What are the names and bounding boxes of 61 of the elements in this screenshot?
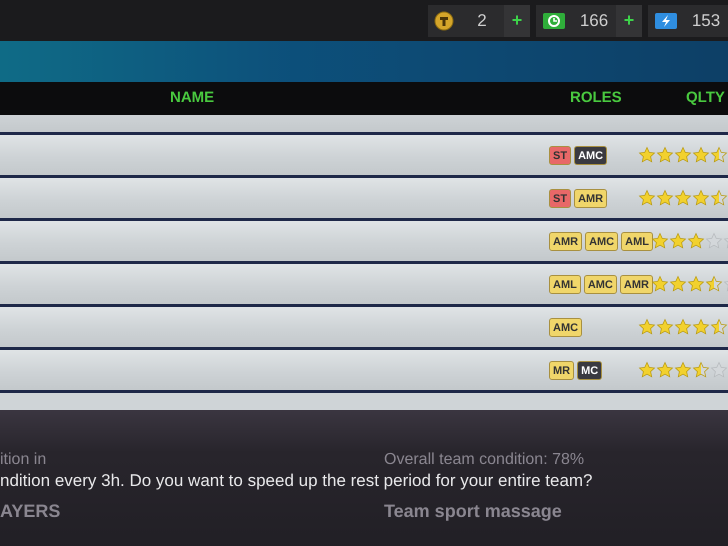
player-row[interactable]: ST AMC (0, 135, 728, 178)
star-icon (710, 146, 728, 164)
star-icon (651, 275, 669, 293)
add-button[interactable]: + (504, 4, 530, 36)
star-icon (638, 318, 656, 336)
star-icon (638, 189, 656, 207)
star-icon (638, 146, 656, 164)
background-heading: AYERS (0, 501, 60, 521)
background-caption: Overall team condition: 78% (384, 451, 584, 468)
player-row[interactable]: AMR AMC AML (0, 221, 728, 264)
player-row[interactable]: ST AMR (0, 178, 728, 221)
role-tag: AML (621, 232, 653, 250)
star-icon (687, 232, 705, 250)
role-tag: AML (549, 274, 581, 294)
star-icon (710, 189, 728, 207)
column-header: QLTY (686, 88, 725, 108)
currency-value: 166 (578, 10, 610, 32)
star-icon (692, 189, 710, 207)
star-icon (669, 275, 687, 293)
role-tag: MC (577, 360, 602, 380)
star-icon (710, 361, 728, 379)
star-icon (651, 232, 669, 250)
star-icon (674, 361, 692, 379)
role-tag: AMC (549, 318, 582, 336)
star-icon (710, 318, 728, 336)
star-icon (692, 361, 710, 379)
player-row[interactable]: AML AMC AMR (0, 264, 728, 307)
role-tag: ST (549, 188, 572, 208)
currency-value: 2 (476, 10, 488, 32)
column-header: ROLES (570, 88, 622, 108)
star-icon (674, 189, 692, 207)
coin-icon (434, 10, 454, 30)
star-icon (656, 189, 674, 207)
star-icon (692, 318, 710, 336)
add-button[interactable]: + (616, 4, 642, 36)
role-tag: AMR (574, 188, 608, 208)
star-icon (656, 146, 674, 164)
star-icon (638, 361, 656, 379)
star-icon (656, 318, 674, 336)
role-tag: AMC (584, 274, 617, 294)
lightning-icon (654, 12, 678, 30)
star-icon (656, 361, 674, 379)
role-tag: AMR (549, 232, 582, 250)
role-tag: MR (549, 360, 574, 380)
role-tag: AMC (574, 146, 608, 164)
column-header: NAME (170, 88, 214, 108)
background-heading: Team sport massage (384, 501, 562, 521)
star-icon (674, 318, 692, 336)
star-icon (687, 275, 705, 293)
dialog-message: ndition every 3h. Do you want to speed up the rest period for your entire team? (0, 470, 593, 492)
star-icon (674, 146, 692, 164)
currency-value: 153 (690, 10, 722, 32)
role-tag: AMR (620, 274, 653, 294)
player-row[interactable]: AMC (0, 307, 728, 350)
star-icon (692, 146, 710, 164)
star-icon (669, 232, 687, 250)
role-tag: ST (549, 146, 572, 164)
player-row[interactable]: MR MC (0, 350, 728, 393)
role-tag: AMC (585, 232, 618, 250)
player-row[interactable] (0, 115, 728, 135)
background-caption: ition in (0, 451, 46, 468)
